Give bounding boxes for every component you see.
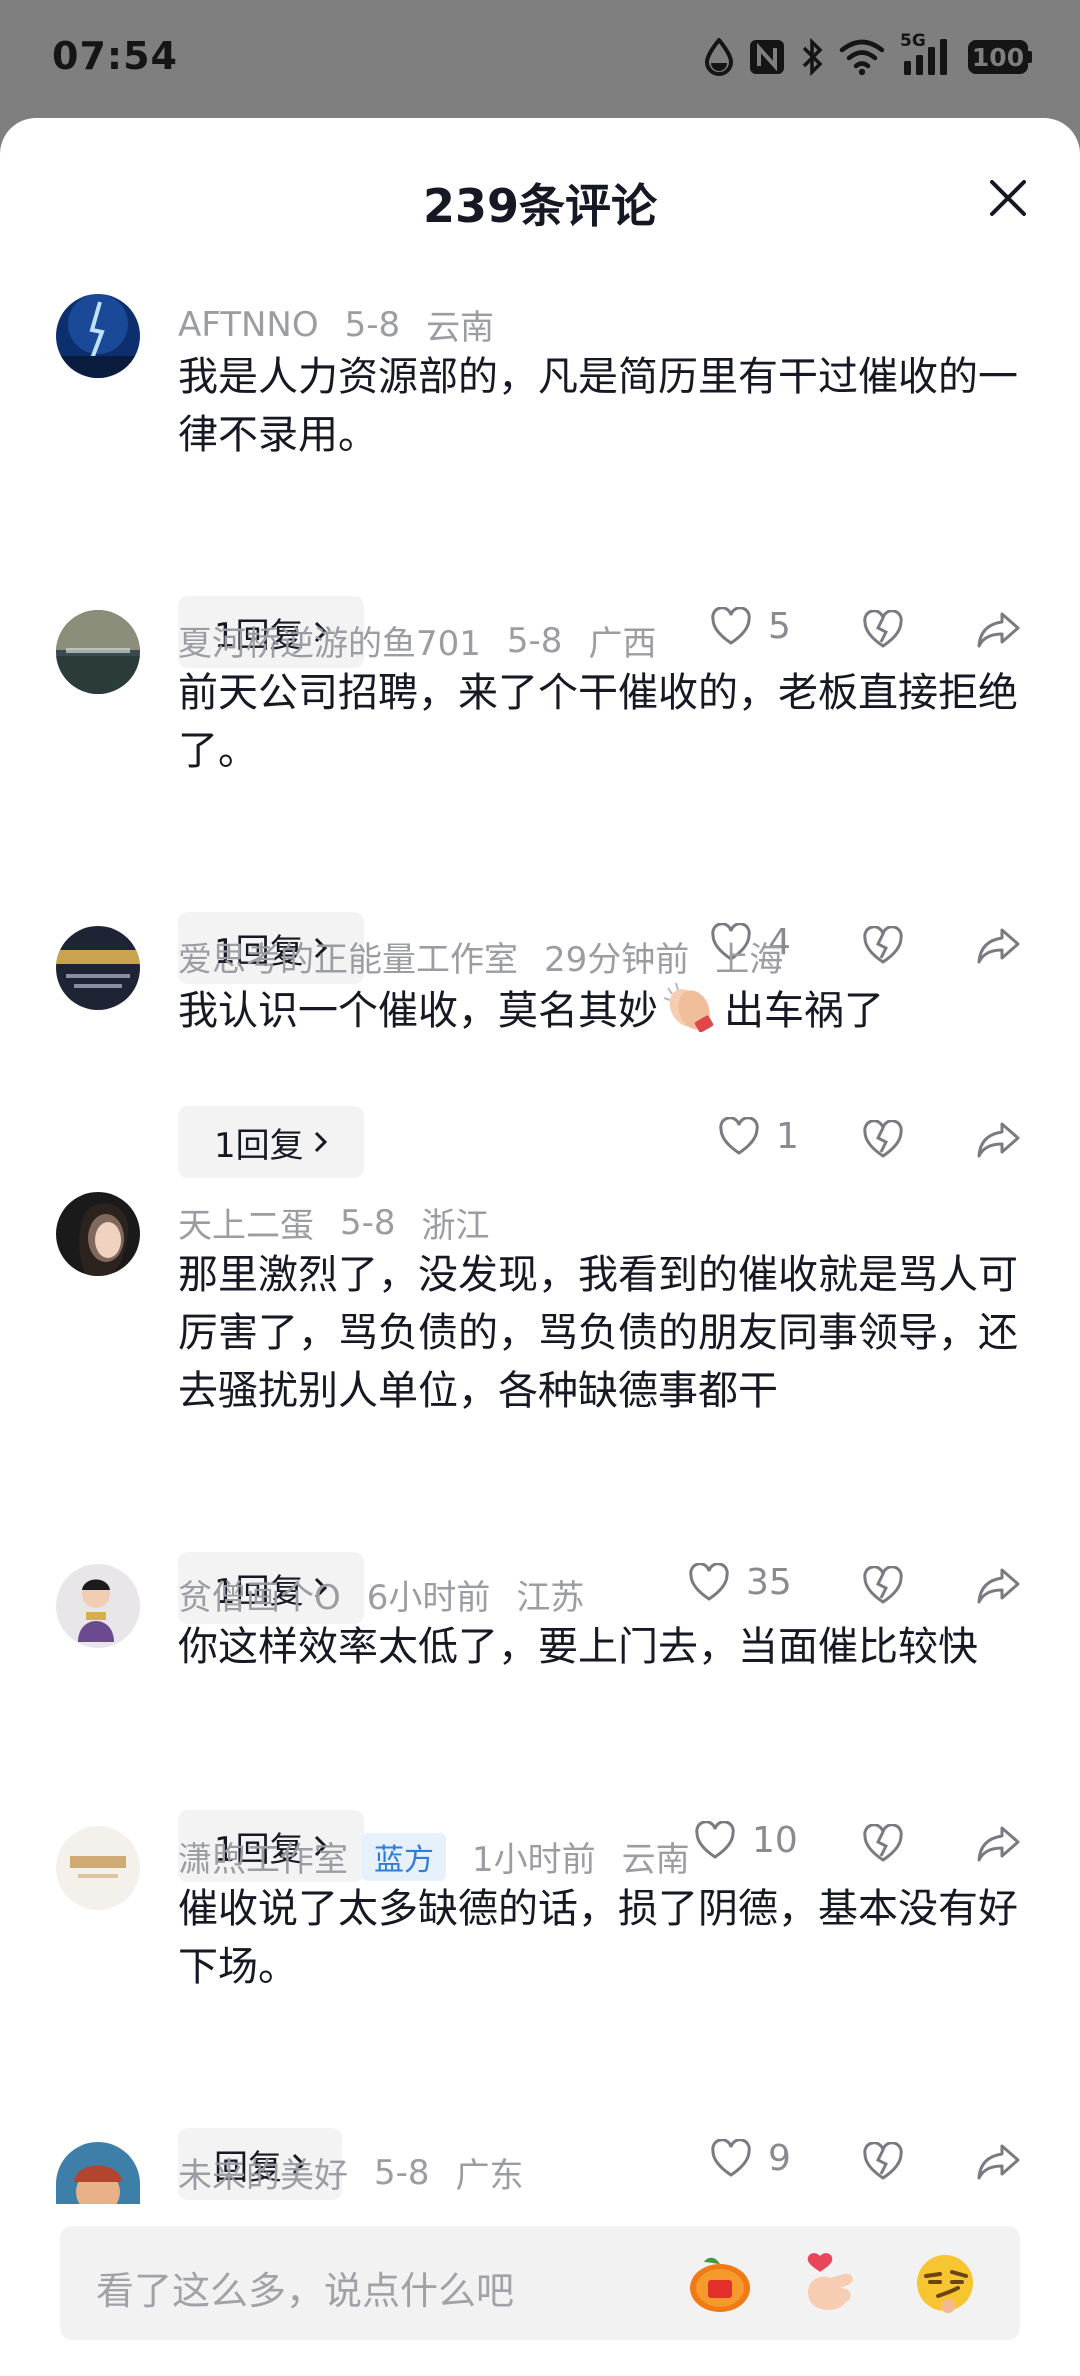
reply-label: 1回复 [214, 1125, 304, 1166]
comments-sheet: 239条评论 AFTNNO 5-8 云南 我是人力资源部的，凡是简历里有干过催收… [0, 118, 1080, 2376]
close-button[interactable] [980, 170, 1036, 226]
like-button[interactable]: 1 [718, 1116, 799, 1157]
comment-location: 云南 [426, 308, 495, 348]
comment-meta: 未来的美好 5-8 广东 [178, 2148, 524, 2197]
comment-date: 5-8 [344, 304, 401, 345]
heart-icon [719, 1116, 759, 1155]
comment-date: 1小时前 [472, 1840, 596, 1880]
comment-author[interactable]: 天上二蛋 [178, 1198, 314, 1247]
comment-meta: 潇煦工作室 蓝方 1小时前 云南 [178, 1832, 690, 1881]
avatar[interactable] [56, 1192, 140, 1276]
comment-item: 天上二蛋 5-8 浙江 那里激烈了，没发现，我看到的催收就是骂人可厉害了，骂负债… [0, 1192, 1080, 1624]
chevron-right-icon [314, 1131, 327, 1153]
comment-location: 云南 [621, 1840, 690, 1880]
comment-location: 浙江 [421, 1206, 490, 1246]
avatar[interactable] [56, 610, 140, 694]
comment-text-after: 出车祸了 [724, 988, 884, 1034]
comment-input-placeholder: 看了这么多，说点什么吧 [96, 2269, 515, 2313]
comment-input[interactable]: 看了这么多，说点什么吧 [60, 2226, 1020, 2340]
status-time: 07:54 [52, 34, 178, 78]
comment-text: 那里激烈了，没发现，我看到的催收就是骂人可厉害了，骂负债的，骂负债的朋友同事领导… [178, 1252, 1018, 1414]
battery-level: 100 [968, 40, 1028, 74]
comment-date: 5-8 [506, 620, 563, 661]
comment-text: 前天公司招聘，来了个干催收的，老板直接拒绝了。 [178, 670, 1018, 774]
comment-meta: 夏河桥逆游的鱼701 5-8 广西 [178, 616, 656, 665]
comment-location: 上海 [715, 940, 784, 980]
comment-date: 5-8 [374, 2152, 430, 2193]
like-count: 1 [776, 1116, 799, 1157]
comment-meta: 贫僧画个O 6小时前 江苏 [178, 1570, 584, 1619]
wifi-icon [839, 39, 885, 76]
comment-meta: AFTNNO 5-8 云南 [178, 300, 494, 349]
comment-meta: 天上二蛋 5-8 浙江 [178, 1198, 490, 1247]
sheet-header: 239条评论 [0, 118, 1080, 278]
battery-icon: 100 [968, 40, 1032, 74]
dislike-icon[interactable] [862, 1120, 904, 1160]
comment-item: AFTNNO 5-8 云南 我是人力资源部的，凡是简历里有干过催收的一律不录用。… [0, 294, 1080, 668]
nfc-icon [750, 40, 784, 74]
sheet-title: 239条评论 [422, 179, 658, 233]
reply-button[interactable]: 1回复 [178, 1106, 364, 1178]
share-icon[interactable] [976, 1120, 1020, 1160]
avatar[interactable] [56, 294, 140, 378]
comment-date: 6小时前 [366, 1578, 491, 1618]
comment-location: 广西 [588, 624, 657, 664]
comment-author[interactable]: AFTNNO [178, 305, 319, 345]
avatar[interactable] [56, 1826, 140, 1910]
comment-text: 我是人力资源部的，凡是简历里有干过催收的一律不录用。 [178, 354, 1018, 458]
comment-item: 夏河桥逆游的鱼701 5-8 广西 前天公司招聘，来了个干催收的，老板直接拒绝了… [0, 610, 1080, 984]
comment-item: 贫僧画个O 6小时前 江苏 你这样效率太低了，要上门去，当面催比较快 1回复 1… [0, 1564, 1080, 1882]
comment-item: 潇煦工作室 蓝方 1小时前 云南 催收说了太多缺德的话，损了阴德，基本没有好下场… [0, 1826, 1080, 2200]
comment-text-before: 我认识一个催收，莫名其妙 [178, 988, 658, 1034]
comment-author[interactable]: 贫僧画个O [178, 1570, 341, 1619]
comment-location: 广东 [455, 2156, 524, 2196]
bluetooth-icon [802, 38, 823, 76]
comment-location: 江苏 [516, 1578, 585, 1618]
comment-author[interactable]: 夏河桥逆游的鱼701 [178, 616, 481, 665]
comment-item: 爱思考的正能量工作室 29分钟前 上海 我认识一个催收，莫名其妙 出车祸了 1回… [0, 926, 1080, 1178]
clapping-hands-emoji [663, 982, 714, 1032]
comment-author[interactable]: 未来的美好 [178, 2148, 348, 2197]
comment-author[interactable]: 爱思考的正能量工作室 [178, 932, 518, 981]
close-icon [990, 180, 1026, 216]
finger-heart-emoji[interactable] [800, 2252, 864, 2314]
avatar[interactable] [56, 926, 140, 1010]
signal-icon: 5G [900, 31, 954, 77]
status-icons: 5G 100 [704, 31, 1032, 80]
comment-text: 我认识一个催收，莫名其妙 出车祸了 [178, 980, 1038, 1040]
tangerine-emoji[interactable] [688, 2252, 752, 2314]
comment-author[interactable]: 潇煦工作室 [178, 1832, 348, 1881]
water-drop-icon [704, 38, 734, 76]
comment-meta: 爱思考的正能量工作室 29分钟前 上海 [178, 932, 783, 981]
comment-text: 催收说了太多缺德的话，损了阴德，基本没有好下场。 [178, 1886, 1018, 1990]
avatar[interactable] [56, 1564, 140, 1648]
comment-date: 29分钟前 [544, 940, 690, 980]
author-badge: 蓝方 [362, 1832, 446, 1881]
status-bar: 07:54 5G 100 [0, 0, 1080, 118]
comment-text: 你这样效率太低了，要上门去，当面催比较快 [178, 1624, 978, 1670]
comment-date: 5-8 [340, 1202, 396, 1243]
smirk-emoji[interactable] [912, 2252, 978, 2314]
